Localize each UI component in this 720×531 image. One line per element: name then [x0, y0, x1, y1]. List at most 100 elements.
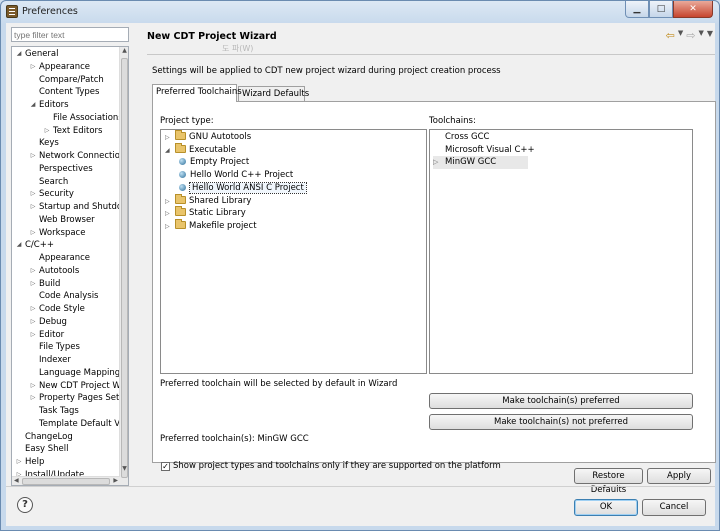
tree-item[interactable]: File Associations: [43, 112, 123, 125]
collapsed-arrow-icon[interactable]: ▷: [29, 278, 37, 291]
tree-horizontal-scrollbar[interactable]: ◀ ▶: [12, 476, 120, 485]
tree-item[interactable]: Template Default Values: [29, 418, 128, 431]
tree-item[interactable]: Search: [29, 176, 68, 189]
toolchains-list[interactable]: Cross GCC Microsoft Visual C++ ▷ MinGW GCC: [429, 129, 693, 374]
collapsed-arrow-icon[interactable]: ▷: [43, 125, 51, 138]
collapsed-arrow-icon[interactable]: ▷: [29, 150, 37, 163]
preferred-toolchains-text: Preferred toolchain(s): MinGW GCC: [160, 434, 309, 444]
title-bar[interactable]: Preferences ▁ □ ✕: [1, 1, 719, 23]
restore-defaults-button[interactable]: Restore Defaults: [574, 468, 643, 495]
tree-vscroll-thumb[interactable]: [121, 58, 128, 478]
tree-item[interactable]: Indexer: [29, 354, 71, 367]
apply-button[interactable]: Apply: [647, 468, 711, 484]
scroll-down-icon[interactable]: ▼: [120, 465, 128, 475]
collapsed-arrow-icon[interactable]: ▷: [165, 132, 175, 145]
project-type-label: Empty Project: [190, 157, 250, 168]
project-type-item[interactable]: ◢ Executable: [165, 142, 236, 158]
scroll-left-icon[interactable]: ◀: [14, 477, 19, 484]
project-type-label: Makefile project: [189, 220, 257, 231]
tree-item[interactable]: ◢ Editors: [29, 99, 69, 112]
tree-item[interactable]: ▷ Workspace: [29, 227, 86, 240]
collapsed-arrow-icon[interactable]: ▷: [165, 196, 175, 209]
back-dropdown-icon[interactable]: ▼: [678, 29, 683, 42]
forward-arrow-icon[interactable]: ⇨: [686, 29, 695, 42]
project-type-item[interactable]: Hello World C++ Project: [179, 169, 293, 182]
collapsed-arrow-icon[interactable]: ▷: [29, 265, 37, 278]
tree-vertical-scrollbar[interactable]: ▲ ▼: [119, 47, 128, 485]
filter-input[interactable]: [11, 27, 129, 42]
project-type-item[interactable]: Hello World ANSI C Project: [179, 181, 307, 195]
tree-item[interactable]: ▷ Build: [29, 278, 61, 291]
project-type-item[interactable]: ▷ Shared Library: [165, 193, 251, 209]
tree-item[interactable]: ▷ Debug: [29, 316, 67, 329]
tree-item[interactable]: ChangeLog: [15, 431, 73, 444]
collapsed-arrow-icon[interactable]: ▷: [165, 221, 175, 234]
tree-item[interactable]: File Types: [29, 341, 80, 354]
tab-wizard-defaults[interactable]: Wizard Defaults: [238, 86, 309, 101]
maximize-button[interactable]: □: [649, 1, 673, 18]
tree-item[interactable]: Keys: [29, 137, 59, 150]
ok-button[interactable]: OK: [574, 499, 638, 516]
cancel-button[interactable]: Cancel: [642, 499, 706, 516]
tree-item[interactable]: ▷ Security: [29, 188, 74, 201]
collapsed-arrow-icon[interactable]: ▷: [29, 392, 37, 405]
tree-item[interactable]: ◢ General: [15, 48, 59, 61]
tree-item[interactable]: Task Tags: [29, 405, 79, 418]
tree-item[interactable]: ▷Property Pages Settings: [29, 392, 128, 405]
tree-item[interactable]: ◢ C/C++: [15, 239, 54, 252]
tree-item[interactable]: ▷ Help: [15, 456, 45, 469]
tree-item[interactable]: ▷New CDT Project Wizard: [29, 380, 128, 393]
collapsed-arrow-icon[interactable]: ▷: [15, 456, 23, 469]
collapsed-arrow-icon[interactable]: ▷: [29, 227, 37, 240]
project-type-item[interactable]: ▷ Static Library: [165, 206, 246, 221]
make-preferred-button[interactable]: Make toolchain(s) preferred: [429, 393, 693, 409]
tree-item[interactable]: Code Analysis: [29, 290, 98, 303]
tree-item[interactable]: ▷ Appearance: [29, 61, 90, 74]
collapsed-arrow-icon[interactable]: ▷: [29, 188, 37, 201]
tab-preferred-toolchains[interactable]: Preferred Toolchains: [152, 84, 242, 102]
project-type-tree[interactable]: ▷ GNU Autotools ◢ Executable Empty Project He…: [160, 129, 427, 374]
tree-item[interactable]: ▷ Code Style: [29, 303, 85, 316]
tree-item[interactable]: Language Mappings: [29, 367, 125, 380]
folder-icon: [175, 130, 186, 140]
tree-hscroll-thumb[interactable]: [22, 478, 110, 485]
collapsed-arrow-icon[interactable]: ▷: [29, 201, 37, 214]
tree-item[interactable]: ▷ Text Editors: [43, 125, 103, 138]
tree-item[interactable]: Perspectives: [29, 163, 93, 176]
collapsed-arrow-icon[interactable]: ▷: [29, 380, 37, 393]
tree-item[interactable]: ▷ Network Connections: [29, 150, 128, 163]
tree-item[interactable]: ▷ Autotools: [29, 265, 80, 278]
forward-dropdown-icon[interactable]: ▼: [698, 29, 703, 42]
tree-item[interactable]: Compare/Patch: [29, 74, 104, 87]
collapsed-arrow-icon[interactable]: ▷: [29, 329, 37, 342]
project-type-item[interactable]: ▷ Makefile project: [165, 218, 257, 234]
tree-item[interactable]: Web Browser: [29, 214, 95, 227]
project-type-item[interactable]: ▷ GNU Autotools: [165, 130, 251, 145]
view-menu-icon[interactable]: ▼: [707, 29, 713, 42]
tree-item[interactable]: Easy Shell: [15, 443, 68, 456]
scroll-right-icon[interactable]: ▶: [113, 477, 118, 484]
collapsed-arrow-icon[interactable]: ▷: [29, 61, 37, 74]
expanded-arrow-icon[interactable]: ◢: [29, 99, 37, 112]
tree-item[interactable]: ▷ Startup and Shutdown: [29, 201, 128, 214]
toolchain-item[interactable]: ▷ MinGW GCC: [433, 156, 528, 169]
collapsed-arrow-icon[interactable]: ▷: [29, 316, 37, 329]
expanded-arrow-icon[interactable]: ◢: [165, 145, 175, 158]
close-window-button[interactable]: ✕: [673, 1, 713, 18]
make-not-preferred-button[interactable]: Make toolchain(s) not preferred: [429, 414, 693, 430]
tree-item[interactable]: Content Types: [29, 86, 99, 99]
project-type-item[interactable]: Empty Project: [179, 156, 249, 169]
collapsed-arrow-icon[interactable]: ▷: [165, 208, 175, 221]
toolchain-item[interactable]: Microsoft Visual C++: [433, 144, 535, 157]
tree-item[interactable]: ▷ Editor: [29, 329, 64, 342]
back-arrow-icon[interactable]: ⇦: [666, 29, 675, 42]
supported-only-checkbox[interactable]: ✓: [161, 462, 170, 471]
expanded-arrow-icon[interactable]: ◢: [15, 48, 23, 61]
expanded-arrow-icon[interactable]: ◢: [15, 239, 23, 252]
toolchain-item[interactable]: Cross GCC: [433, 131, 489, 144]
help-icon[interactable]: ?: [17, 497, 33, 513]
collapsed-arrow-icon[interactable]: ▷: [29, 303, 37, 316]
minimize-button[interactable]: ▁: [625, 1, 649, 18]
tree-item[interactable]: Appearance: [29, 252, 90, 265]
scroll-up-icon[interactable]: ▲: [120, 47, 128, 57]
